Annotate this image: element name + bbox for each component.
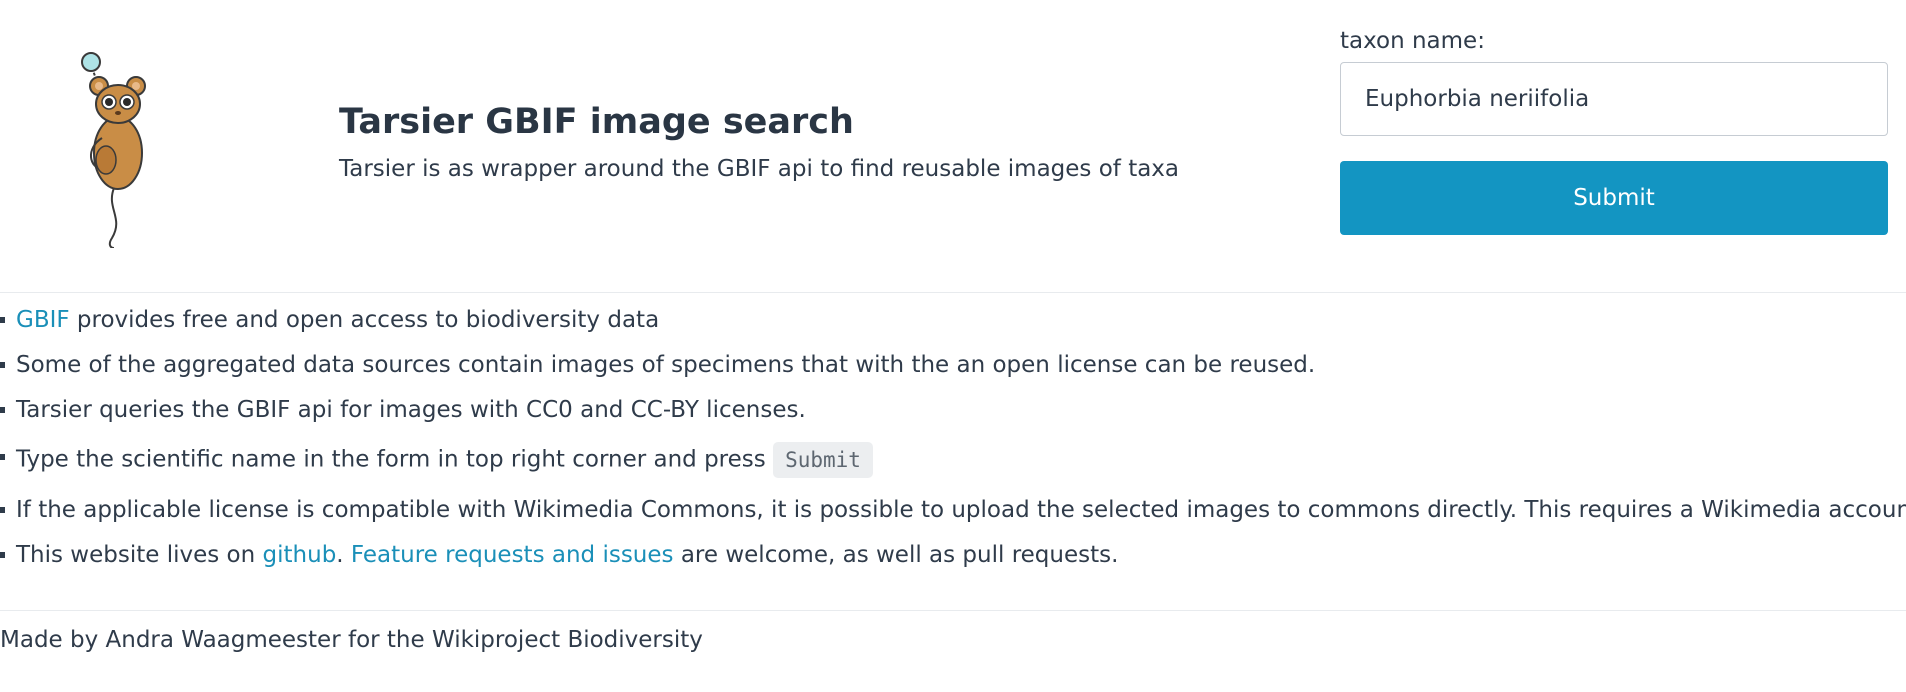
list-item: GBIF provides free and open access to bi… — [0, 305, 1906, 335]
list-item: If the applicable license is compatible … — [0, 495, 1906, 525]
list-item-text: Tarsier queries the GBIF api for images … — [16, 397, 806, 423]
divider — [0, 610, 1906, 611]
list-item: Some of the aggregated data sources cont… — [0, 350, 1906, 380]
search-form: taxon name: Submit — [1340, 26, 1888, 235]
list-item-text: This website lives on — [16, 542, 263, 568]
list-item-text: Some of the aggregated data sources cont… — [16, 352, 1316, 378]
page-subtitle: Tarsier is as wrapper around the GBIF ap… — [339, 156, 1180, 182]
taxon-name-label: taxon name: — [1340, 28, 1485, 54]
gbif-link[interactable]: GBIF — [16, 307, 70, 333]
bullet — [0, 507, 5, 513]
feature-requests-link[interactable]: Feature requests and issues — [351, 542, 674, 568]
bullet — [0, 362, 5, 368]
list-item: This website lives on github. Feature re… — [0, 540, 1906, 570]
taxon-name-input[interactable] — [1340, 62, 1888, 136]
list-item-text: . — [336, 542, 351, 568]
page-title: Tarsier GBIF image search — [339, 102, 854, 142]
list-item-text: If the applicable license is compatible … — [16, 497, 1906, 523]
tarsier-logo-icon — [81, 52, 146, 248]
list-item-text: provides free and open access to biodive… — [69, 307, 660, 333]
bullet — [0, 454, 5, 460]
submit-button[interactable]: Submit — [1340, 161, 1888, 235]
bullet — [0, 552, 5, 558]
submit-code-chip: Submit — [773, 442, 873, 478]
divider — [0, 292, 1906, 293]
bullet — [0, 317, 5, 323]
github-link[interactable]: github — [263, 542, 337, 568]
list-item: Type the scientific name in the form in … — [0, 442, 1906, 478]
list-item-text: Type the scientific name in the form in … — [16, 446, 774, 473]
list-item-text: are welcome, as well as pull requests. — [673, 542, 1119, 568]
header: Tarsier GBIF image search Tarsier is as … — [339, 98, 1179, 184]
list-item: Tarsier queries the GBIF api for images … — [0, 395, 1906, 425]
info-list: GBIF provides free and open access to bi… — [0, 305, 1906, 570]
footer: Made by Andra Waagmeester for the Wikipr… — [0, 627, 703, 653]
bullet — [0, 407, 5, 413]
